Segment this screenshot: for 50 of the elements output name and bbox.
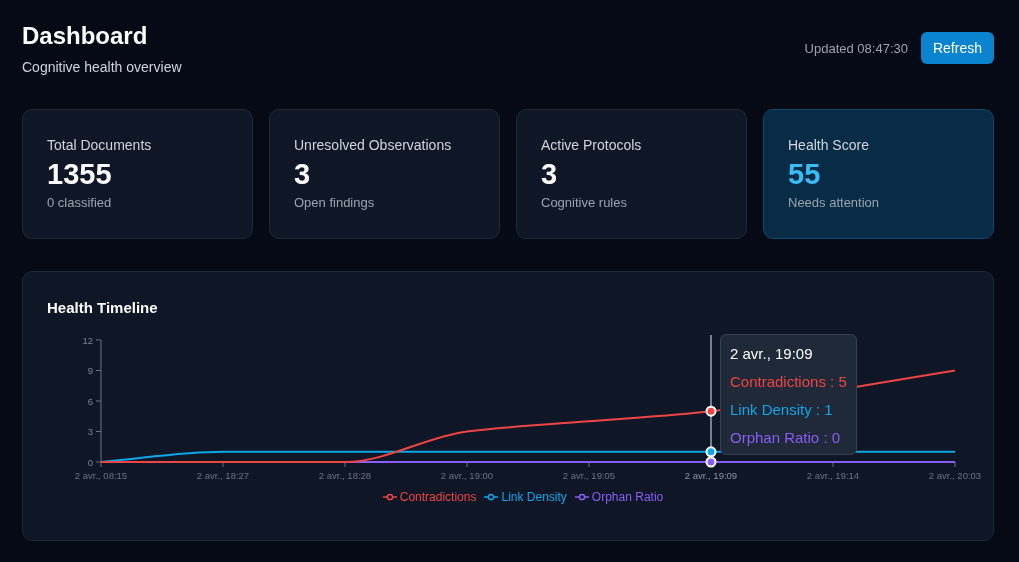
stat-note: 0 classified [47,195,112,210]
page-title: Dashboard [22,22,149,50]
y-tick-label: 6 [87,396,93,407]
stat-label: Active Protocols [541,137,642,153]
tooltip-value: Contradictions : 5 [730,373,847,390]
legend-marker-icon [574,493,589,501]
x-tick-label: 2 avr., 19:00 [440,470,494,480]
legend-label[interactable]: Link Density [501,490,567,504]
x-tick-label: 2 avr., 19:05 [562,470,616,480]
tooltip-title: 2 avr., 19:09 [730,345,814,362]
y-tick-label: 9 [87,365,93,377]
y-tick-label: 12 [82,334,93,346]
updated-time: Updated 08:47:30 [804,40,908,56]
tooltip-value: Orphan Ratio : 0 [730,429,842,446]
y-tick-label: 0 [87,457,93,468]
stat-value: 55 [788,158,821,191]
legend-label[interactable]: Contradictions [399,490,477,504]
data-point [705,446,717,458]
x-tick-label: 2 avr., 18:28 [318,470,372,480]
x-tick-mark [832,461,834,468]
stat-note: Needs attention [788,195,880,210]
x-tick-mark [344,461,346,468]
x-tick-label: 2 avr., 08:15 [74,470,128,480]
x-tick-mark [954,461,956,468]
y-tick-label: 3 [87,426,93,438]
x-tick-label: 2 avr., 18:27 [196,470,250,480]
legend-marker-icon [484,493,499,501]
tooltip-value: Link Density : 1 [730,401,834,418]
panel-title: Health Timeline [47,299,158,316]
x-tick-mark [466,461,468,468]
x-tick-mark [222,461,224,468]
refresh-button[interactable]: Refresh [920,32,994,64]
x-tick-label: 2 avr., 20:03 [928,470,982,480]
legend-marker-icon [382,493,397,501]
stat-value: 1355 [47,158,112,191]
stat-label: Total Documents [47,137,152,153]
stat-label: Unresolved Observations [294,137,452,153]
stat-note: Cognitive rules [541,195,627,210]
x-tick-label: 2 avr., 19:14 [806,470,860,480]
data-point [705,456,717,468]
legend-label[interactable]: Orphan Ratio [591,490,664,504]
x-tick-label: 2 avr., 19:09 [684,470,738,480]
stat-note: Open findings [294,195,375,210]
stat-value: 3 [294,158,311,191]
page-subtitle: Cognitive health overview [22,59,182,75]
x-tick-mark [100,461,102,468]
data-point [705,405,717,417]
x-tick-mark [588,461,590,468]
stat-label: Health Score [788,137,869,153]
stat-value: 3 [541,158,558,191]
